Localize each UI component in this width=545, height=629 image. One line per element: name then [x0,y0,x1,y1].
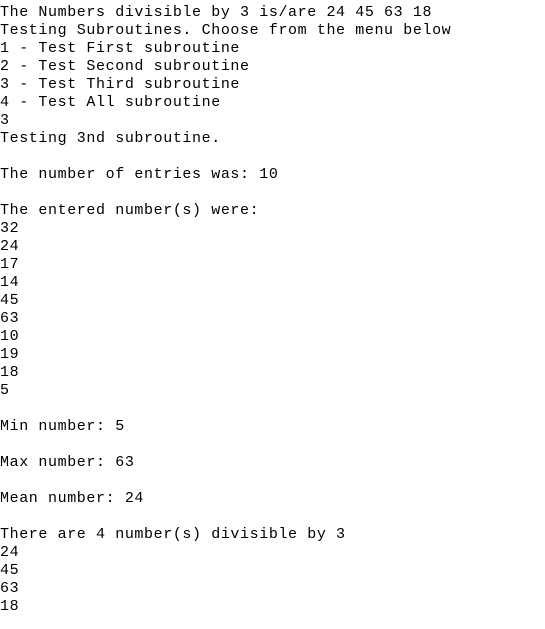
entered-number: 19 [0,346,20,363]
entered-number: 14 [0,274,20,291]
console-line: The Numbers divisible by 3 is/are 24 45 … [0,4,433,21]
entered-numbers-heading: The entered number(s) were: [0,202,260,219]
entered-number: 45 [0,292,20,309]
entered-number: 32 [0,220,20,237]
entered-number: 24 [0,238,20,255]
entered-number: 18 [0,364,20,381]
user-input-line: 3 [0,112,10,129]
divisible-number: 63 [0,580,20,597]
divisible-number: 24 [0,544,20,561]
divisible-count-line: There are 4 number(s) divisible by 3 [0,526,346,543]
entered-number: 10 [0,328,20,345]
console-output: The Numbers divisible by 3 is/are 24 45 … [0,4,545,629]
console-line: Testing 3nd subroutine. [0,130,221,147]
max-number-line: Max number: 63 [0,454,135,471]
menu-option: 2 - Test Second subroutine [0,58,250,75]
divisible-number: 45 [0,562,20,579]
divisible-number: 18 [0,598,20,615]
entered-number: 63 [0,310,20,327]
console-line: Testing Subroutines. Choose from the men… [0,22,452,39]
entries-count-line: The number of entries was: 10 [0,166,279,183]
mean-number-line: Mean number: 24 [0,490,145,507]
entered-number: 17 [0,256,20,273]
menu-option: 1 - Test First subroutine [0,40,241,57]
min-number-line: Min number: 5 [0,418,125,435]
entered-number: 5 [0,382,10,399]
menu-option: 4 - Test All subroutine [0,94,221,111]
menu-option: 3 - Test Third subroutine [0,76,241,93]
